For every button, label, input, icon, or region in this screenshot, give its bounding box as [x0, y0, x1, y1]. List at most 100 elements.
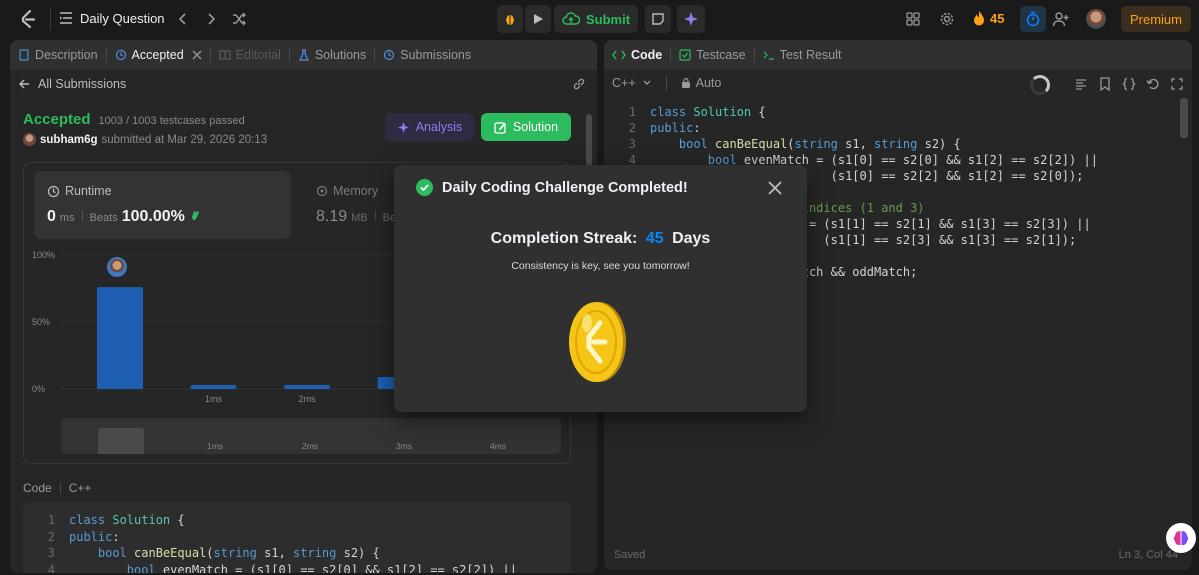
assistant-bubble[interactable] [1166, 523, 1196, 553]
streak-unit: Days [672, 230, 711, 247]
tab-test-result-label: Test Result [779, 48, 842, 62]
tab-code[interactable]: Code [604, 48, 670, 62]
note-icon [651, 12, 665, 26]
save-status: Saved [614, 549, 646, 561]
chevron-right-icon[interactable] [203, 11, 219, 27]
close-icon[interactable] [192, 50, 202, 60]
memory-unit: MB [351, 212, 368, 224]
line-number: 3 [628, 137, 636, 151]
run-button[interactable] [525, 5, 551, 33]
runtime-card[interactable]: Runtime 0 ms Beats 100.00% [34, 171, 291, 239]
back-label: All Submissions [38, 77, 127, 91]
editor-scrollbar[interactable] [1180, 98, 1188, 138]
coin-icon [567, 301, 627, 388]
tab-editorial[interactable]: Editorial [211, 48, 289, 62]
chart-bar[interactable] [190, 384, 237, 389]
gear-icon[interactable] [939, 11, 955, 27]
tab-accepted-label: Accepted [131, 48, 184, 62]
analysis-button[interactable]: Analysis [385, 113, 474, 141]
chart-bar[interactable] [284, 384, 330, 389]
chart-bar[interactable] [97, 287, 143, 389]
line-number: 4 [47, 562, 55, 574]
tab-submissions[interactable]: Submissions [375, 48, 479, 62]
problem-list-button[interactable]: Daily Question [58, 10, 165, 26]
code-text: public: [650, 121, 701, 135]
tab-testcase[interactable]: Testcase [671, 48, 753, 62]
arrow-left-icon [18, 78, 30, 90]
editor-line: 3 bool canBeEqual(string s1, string s2) … [604, 136, 1179, 152]
chart-minimap[interactable]: 1ms 2ms 3ms 4ms [61, 418, 561, 454]
link-icon[interactable] [572, 77, 586, 91]
minimap-tick: 1ms [207, 441, 224, 451]
code-section-lang: C++ [68, 481, 92, 495]
code-text: bool canBeEqual(string s1, string s2) { [678, 137, 961, 151]
history-icon [383, 49, 395, 61]
x-tick-label: 1ms [205, 394, 223, 404]
bug-icon [502, 11, 518, 27]
back-link[interactable]: All Submissions [18, 77, 126, 91]
logo[interactable] [18, 9, 38, 29]
submitted-code-line: 1 class Solution { [23, 512, 571, 529]
history-icon [115, 49, 127, 61]
page-title: Daily Question [80, 10, 165, 26]
tab-description[interactable]: Description [10, 48, 106, 62]
solution-button[interactable]: Solution [481, 113, 571, 141]
tab-code-label: Code [631, 48, 663, 62]
sparkle-icon [397, 121, 410, 134]
reset-icon[interactable] [1146, 77, 1160, 91]
username[interactable]: subham6g [40, 134, 98, 146]
minimap-selector[interactable] [98, 428, 144, 454]
ai-assistant-button[interactable] [677, 5, 705, 33]
list-icon [58, 10, 74, 26]
submit-button[interactable]: Submit [554, 5, 638, 33]
shuffle-icon[interactable] [231, 11, 247, 27]
loading-spinner [1030, 75, 1050, 95]
checkbox-icon [679, 49, 691, 61]
line-number: 2 [47, 529, 55, 544]
minimap-tick: 4ms [490, 441, 507, 451]
avatar[interactable] [1086, 9, 1106, 29]
language-select[interactable]: C++ [612, 76, 652, 90]
status-label: Accepted [23, 111, 91, 128]
code-text: bool evenMatch = (s1[0] == s2[0] && s1[2… [126, 562, 517, 574]
tab-description-label: Description [35, 48, 98, 62]
minimap-tick: 2ms [302, 441, 319, 451]
minimap-tick: 3ms [396, 441, 413, 451]
code-text: public: [69, 529, 120, 544]
cloud-upload-icon [562, 12, 580, 26]
format-icon[interactable] [1074, 77, 1088, 91]
document-icon [18, 49, 30, 61]
expand-icon[interactable] [1170, 77, 1184, 91]
submit-label: Submit [585, 11, 631, 27]
sparkle-icon [683, 11, 699, 27]
bookmark-icon[interactable] [1098, 77, 1112, 91]
user-avatar [23, 133, 36, 146]
challenge-complete-modal: Daily Coding Challenge Completed! Comple… [394, 165, 807, 412]
streak-counter[interactable]: 45 [973, 10, 1004, 26]
braces-icon[interactable] [1122, 77, 1136, 91]
line-number: 1 [628, 105, 636, 119]
layout-icon[interactable] [905, 11, 921, 27]
play-icon [531, 12, 545, 26]
memory-label: Memory [333, 184, 379, 198]
add-friend-icon[interactable] [1052, 10, 1070, 28]
tab-test-result[interactable]: Test Result [755, 48, 850, 62]
submitted-code-line: 2 public: [23, 529, 571, 546]
solution-label: Solution [512, 120, 559, 134]
runtime-value: 0 [47, 208, 56, 225]
submitted-time: submitted at Mar 29, 2026 20:13 [101, 133, 268, 146]
chevron-left-icon[interactable] [175, 11, 191, 27]
modal-title: Daily Coding Challenge Completed! [442, 179, 688, 196]
auto-mode-toggle[interactable]: Auto [681, 76, 721, 90]
close-icon[interactable] [767, 180, 783, 196]
memory-value: 8.19 [316, 208, 348, 225]
tab-solutions[interactable]: Solutions [290, 48, 374, 62]
y-tick-label: 100% [32, 250, 55, 260]
notes-button[interactable] [645, 5, 671, 33]
timer-button[interactable] [1020, 6, 1046, 32]
tab-solutions-label: Solutions [314, 48, 367, 62]
tab-accepted[interactable]: Accepted [107, 48, 210, 62]
debug-button[interactable] [497, 5, 523, 33]
x-tick-label: 2ms [298, 394, 316, 404]
premium-button[interactable]: Premium [1121, 6, 1191, 32]
